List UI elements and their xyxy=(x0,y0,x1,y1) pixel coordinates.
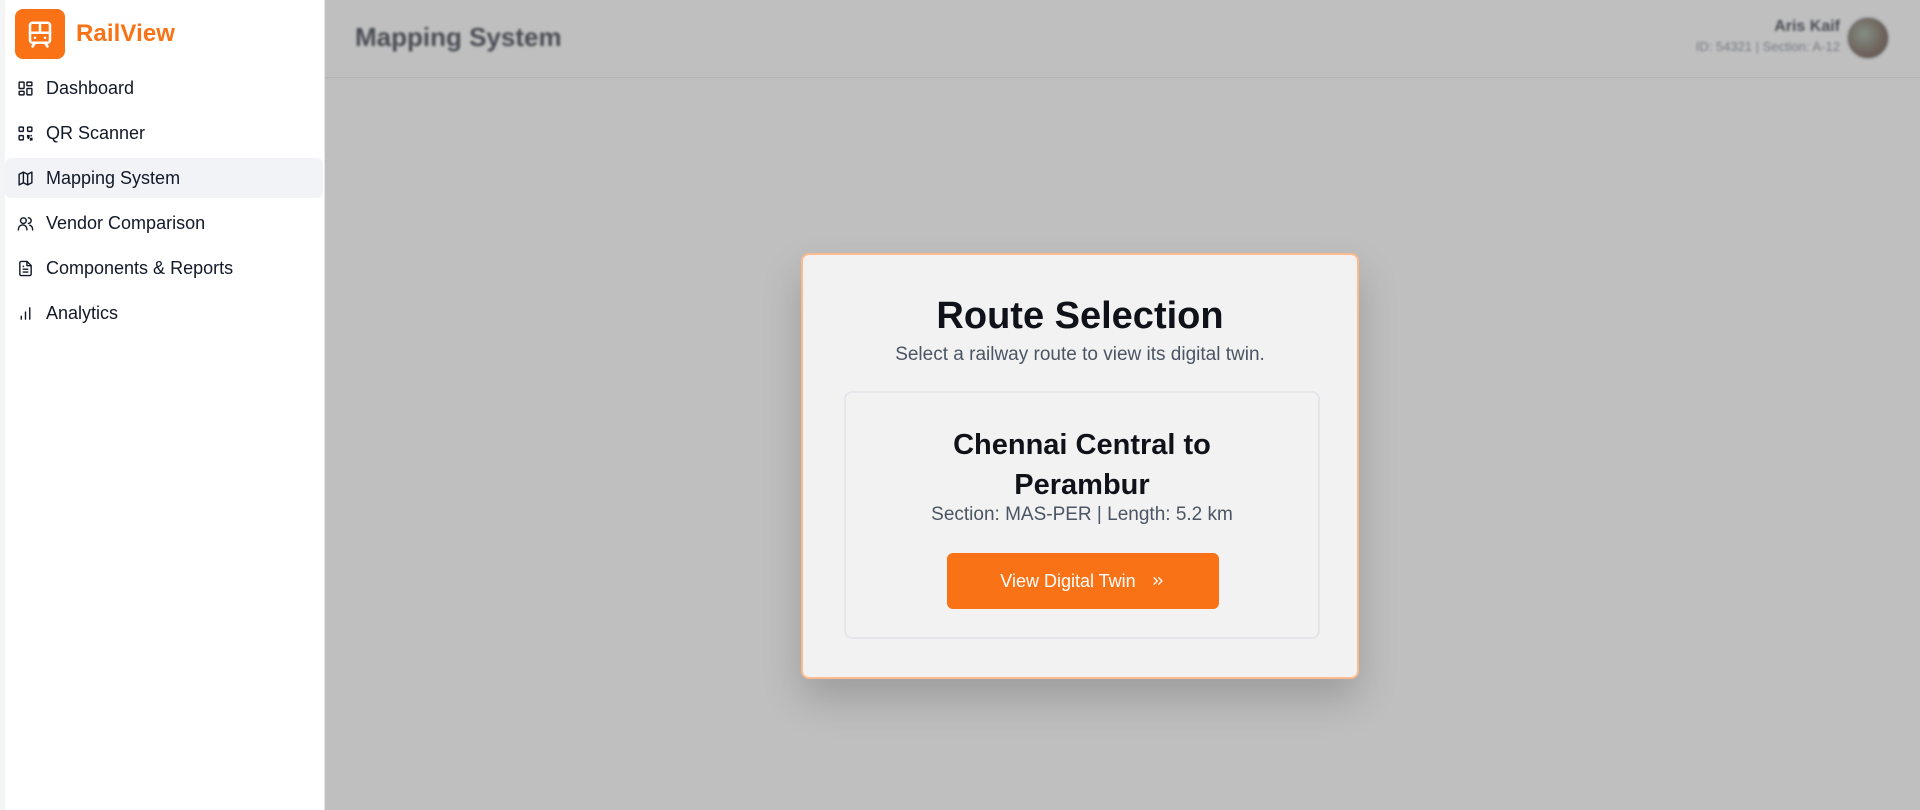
qr-code-icon xyxy=(16,124,34,142)
route-meta: Section: MAS-PER | Length: 5.2 km xyxy=(931,504,1233,525)
users-icon xyxy=(16,214,34,232)
button-label: View Digital Twin xyxy=(1000,570,1136,591)
route-selection-modal: Route Selection Select a railway route t… xyxy=(801,253,1359,679)
sidebar-item-mapping-system[interactable]: Mapping System xyxy=(5,158,323,198)
document-icon xyxy=(16,259,34,277)
sidebar-item-analytics[interactable]: Analytics xyxy=(5,293,323,333)
modal-title: Route Selection xyxy=(936,295,1224,337)
app-logo[interactable]: RailView xyxy=(15,9,175,59)
sidebar-item-components-reports[interactable]: Components & Reports xyxy=(5,248,323,288)
sidebar-item-label: Dashboard xyxy=(46,77,135,98)
route-card: Chennai Central to Perambur Section: MAS… xyxy=(844,391,1320,639)
sidebar-item-dashboard[interactable]: Dashboard xyxy=(5,68,323,108)
sidebar-item-qr-scanner[interactable]: QR Scanner xyxy=(5,113,323,153)
app-name: RailView xyxy=(76,20,176,47)
sidebar-item-label: Mapping System xyxy=(46,167,181,188)
chevrons-right-icon xyxy=(1150,573,1166,589)
dashboard-icon xyxy=(16,79,34,97)
sidebar-item-vendor-comparison[interactable]: Vendor Comparison xyxy=(5,203,323,243)
train-icon xyxy=(15,9,65,59)
sidebar-item-label: Components & Reports xyxy=(46,257,234,278)
sidebar: RailView Dashboard QR Scanner Mapping Sy… xyxy=(0,0,325,810)
route-name: Chennai Central to Perambur xyxy=(953,429,1211,501)
sidebar-item-label: QR Scanner xyxy=(46,122,146,143)
modal-subtitle: Select a railway route to view its digit… xyxy=(895,344,1265,365)
map-icon xyxy=(16,169,34,187)
sidebar-item-label: Analytics xyxy=(46,302,119,323)
bar-chart-icon xyxy=(16,304,34,322)
view-digital-twin-button[interactable]: View Digital Twin xyxy=(947,553,1219,609)
sidebar-item-label: Vendor Comparison xyxy=(46,212,206,233)
sidebar-nav: Dashboard QR Scanner Mapping System Vend… xyxy=(5,68,323,338)
